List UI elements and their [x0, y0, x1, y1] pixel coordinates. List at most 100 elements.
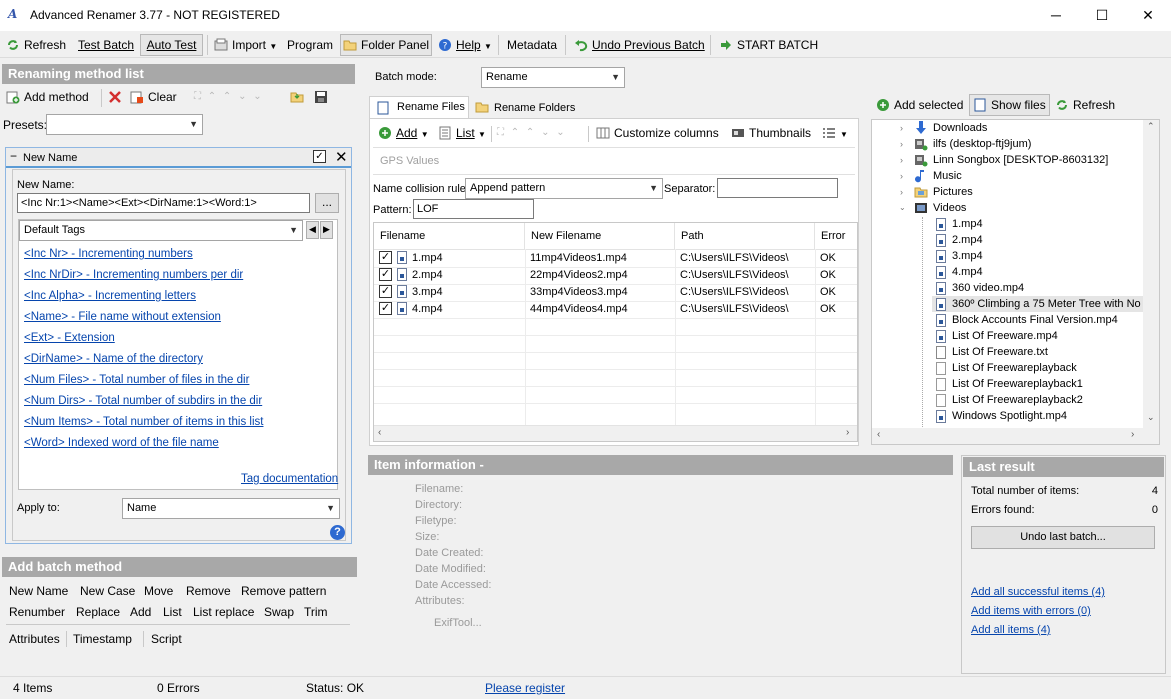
- program-button[interactable]: Program: [285, 34, 335, 56]
- horizontal-scrollbar[interactable]: ‹ ›: [872, 428, 1159, 444]
- tags-prev-button[interactable]: ◀: [306, 221, 319, 239]
- show-files-toggle[interactable]: Show files: [969, 94, 1050, 116]
- expand-arrow-icon[interactable]: ›: [900, 123, 910, 133]
- tag-link[interactable]: <Ext> - Extension: [24, 332, 115, 344]
- minimize-button[interactable]: ─: [1033, 0, 1079, 31]
- view-options-menu[interactable]: ▼: [822, 123, 848, 143]
- thumbnails-button[interactable]: Thumbnails: [731, 123, 811, 143]
- collapse-icon[interactable]: −: [10, 149, 17, 163]
- table-row[interactable]: ✓ 1.mp4 11mp4Videos1.mp4 C:\Users\ILFS\V…: [374, 250, 857, 267]
- clear-button[interactable]: Clear: [130, 87, 177, 107]
- scroll-left-icon[interactable]: ‹: [378, 427, 381, 438]
- tag-link[interactable]: <DirName> - Name of the directory: [24, 353, 203, 365]
- tag-link[interactable]: <Num Items> - Total number of items in t…: [24, 416, 263, 428]
- add-all-items-link[interactable]: Add all items (4): [971, 624, 1050, 636]
- auto-test-toggle[interactable]: Auto Test: [140, 34, 203, 56]
- tree-file-item[interactable]: List Of Freewareplayback2: [952, 392, 1083, 408]
- apply-to-dropdown[interactable]: Name ▼: [122, 498, 340, 519]
- table-row[interactable]: ✓ 3.mp4 33mp4Videos3.mp4 C:\Users\ILFS\V…: [374, 284, 857, 301]
- column-header-path[interactable]: Path: [675, 223, 815, 249]
- scroll-right-icon[interactable]: ›: [846, 427, 849, 438]
- tree-file-item[interactable]: 1.mp4: [952, 216, 983, 232]
- remove-method-icon[interactable]: ✕: [335, 148, 348, 166]
- batch-method-replace[interactable]: Replace: [76, 605, 120, 619]
- folder-refresh-button[interactable]: Refresh: [1055, 95, 1115, 115]
- collision-rule-dropdown[interactable]: Append pattern ▼: [465, 178, 663, 199]
- undo-last-batch-button[interactable]: Undo last batch...: [971, 526, 1155, 549]
- expand-arrow-icon[interactable]: ›: [900, 155, 910, 165]
- import-menu[interactable]: Import ▼: [212, 34, 279, 56]
- tree-item-music[interactable]: Music: [933, 168, 962, 184]
- refresh-button[interactable]: Refresh: [4, 34, 68, 56]
- batch-method-script[interactable]: Script: [151, 632, 182, 646]
- vertical-scrollbar[interactable]: ⌃ ⌄: [1143, 120, 1159, 428]
- tree-file-item[interactable]: List Of Freeware.txt: [952, 344, 1048, 360]
- batch-method-attributes[interactable]: Attributes: [9, 632, 60, 646]
- pattern-input[interactable]: LOF: [413, 199, 534, 219]
- metadata-button[interactable]: Metadata: [505, 34, 559, 56]
- batch-method-list-replace[interactable]: List replace: [193, 605, 254, 619]
- tree-file-item[interactable]: 3.mp4: [952, 248, 983, 264]
- column-header-filename[interactable]: Filename: [374, 223, 525, 249]
- add-successful-items-link[interactable]: Add all successful items (4): [971, 586, 1105, 598]
- maximize-button[interactable]: ☐: [1079, 0, 1125, 31]
- batch-method-add[interactable]: Add: [130, 605, 151, 619]
- help-menu[interactable]: ? Help ▼: [436, 34, 494, 56]
- column-header-error[interactable]: Error: [815, 223, 857, 249]
- batch-method-remove-pattern[interactable]: Remove pattern: [241, 584, 326, 598]
- tree-item-media-server[interactable]: ilfs (desktop-ftj9jum): [933, 136, 1031, 152]
- tag-link[interactable]: <Inc Alpha> - Incrementing letters: [24, 290, 196, 302]
- table-row[interactable]: ✓ 2.mp4 22mp4Videos2.mp4 C:\Users\ILFS\V…: [374, 267, 857, 284]
- collapse-arrow-icon[interactable]: ⌄: [899, 203, 909, 212]
- tree-item-linn-songbox[interactable]: Linn Songbox [DESKTOP-8603132]: [933, 152, 1108, 168]
- tag-link[interactable]: <Inc Nr> - Incrementing numbers: [24, 248, 193, 260]
- help-icon[interactable]: ?: [330, 525, 345, 540]
- method-enabled-checkbox[interactable]: ✓: [313, 150, 326, 163]
- add-method-button[interactable]: Add method: [6, 87, 89, 107]
- expand-arrow-icon[interactable]: ›: [900, 171, 910, 181]
- horizontal-scrollbar[interactable]: ‹ ›: [374, 425, 857, 441]
- table-row[interactable]: ✓ 4.mp4 44mp4Videos4.mp4 C:\Users\ILFS\V…: [374, 301, 857, 318]
- separator-input[interactable]: [717, 178, 838, 198]
- save-preset-button[interactable]: [314, 87, 332, 107]
- scroll-right-icon[interactable]: ›: [1131, 429, 1134, 440]
- delete-method-button[interactable]: [108, 87, 126, 107]
- expand-arrow-icon[interactable]: ›: [900, 139, 910, 149]
- expand-arrow-icon[interactable]: ›: [900, 187, 910, 197]
- customize-columns-button[interactable]: Customize columns: [596, 123, 719, 143]
- batch-method-remove[interactable]: Remove: [186, 584, 231, 598]
- tag-link[interactable]: <Word> Indexed word of the file name: [24, 437, 219, 449]
- tree-file-item[interactable]: Windows Spotlight.mp4: [952, 408, 1067, 424]
- start-batch-button[interactable]: START BATCH: [717, 34, 820, 56]
- exiftool-button[interactable]: ExifTool...: [434, 617, 482, 629]
- batch-method-new-case[interactable]: New Case: [80, 584, 135, 598]
- close-button[interactable]: ✕: [1125, 0, 1171, 31]
- tree-file-item[interactable]: List Of Freewareplayback: [952, 360, 1077, 376]
- folder-panel-toggle[interactable]: Folder Panel: [340, 34, 432, 56]
- tree-item-pictures[interactable]: Pictures: [933, 184, 973, 200]
- tag-link[interactable]: <Inc NrDir> - Incrementing numbers per d…: [24, 269, 243, 281]
- scroll-left-icon[interactable]: ‹: [877, 429, 880, 440]
- row-checkbox[interactable]: ✓: [379, 268, 392, 281]
- tree-file-item-selected[interactable]: 360º Climbing a 75 Meter Tree with No F: [952, 296, 1150, 312]
- browse-button[interactable]: ...: [315, 193, 339, 213]
- add-files-menu[interactable]: Add ▼: [378, 123, 429, 143]
- tree-file-item[interactable]: Block Accounts Final Version.mp4: [952, 312, 1118, 328]
- tree-file-item[interactable]: List Of Freewareplayback1: [952, 376, 1083, 392]
- tab-rename-folders[interactable]: Rename Folders: [471, 98, 577, 118]
- batch-method-new-name[interactable]: New Name: [9, 584, 68, 598]
- list-menu[interactable]: List ▼: [438, 123, 486, 143]
- tree-item-videos[interactable]: Videos: [933, 200, 966, 216]
- undo-previous-batch-button[interactable]: Undo Previous Batch: [572, 34, 707, 56]
- tag-documentation-link[interactable]: Tag documentation: [241, 473, 338, 485]
- batch-method-trim[interactable]: Trim: [304, 605, 328, 619]
- tags-dropdown[interactable]: Default Tags ▼: [19, 220, 303, 241]
- load-preset-button[interactable]: [290, 87, 308, 107]
- add-items-with-errors-link[interactable]: Add items with errors (0): [971, 605, 1091, 617]
- tag-link[interactable]: <Num Dirs> - Total number of subdirs in …: [24, 395, 262, 407]
- batch-method-swap[interactable]: Swap: [264, 605, 294, 619]
- presets-dropdown[interactable]: ▼: [46, 114, 203, 135]
- batch-method-move[interactable]: Move: [144, 584, 173, 598]
- tree-file-item[interactable]: 360 video.mp4: [952, 280, 1024, 296]
- tree-file-item[interactable]: List Of Freeware.mp4: [952, 328, 1058, 344]
